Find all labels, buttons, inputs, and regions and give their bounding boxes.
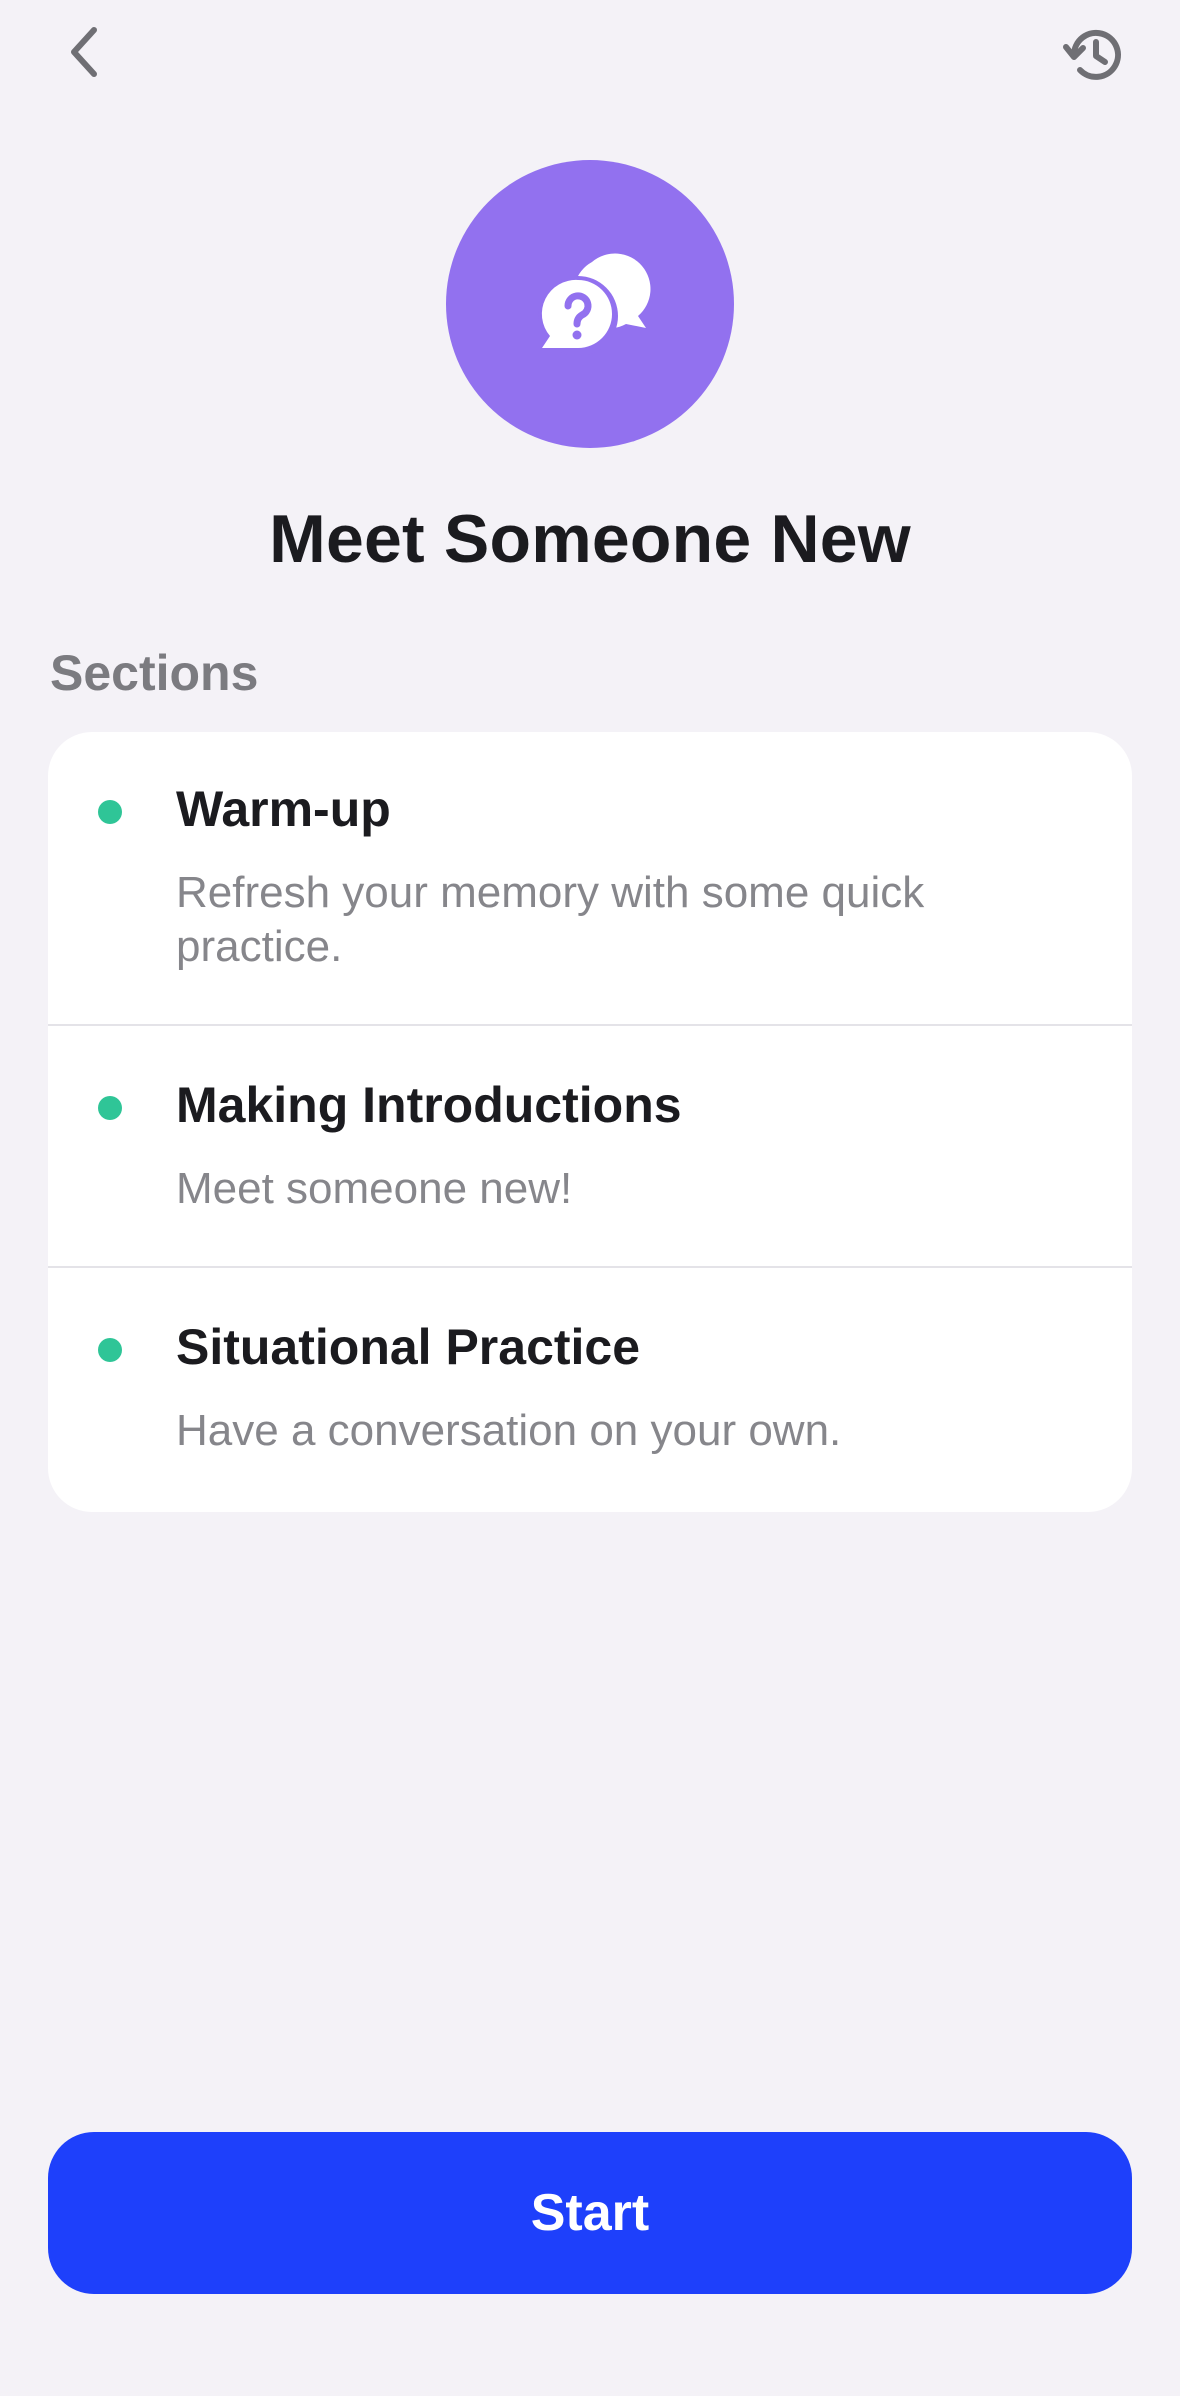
chat-question-bubbles-icon [520, 232, 660, 377]
lesson-overview-screen: Meet Someone New Sections Warm-up Refres… [0, 0, 1180, 2396]
history-button[interactable] [1050, 12, 1140, 102]
section-title: Warm-up [176, 781, 391, 837]
section-row-warm-up[interactable]: Warm-up Refresh your memory with some qu… [48, 732, 1132, 1026]
sections-card: Warm-up Refresh your memory with some qu… [48, 732, 1132, 1512]
sections-heading: Sections [50, 645, 259, 701]
section-description: Refresh your memory with some quick prac… [176, 868, 925, 971]
section-row-situational-practice[interactable]: Situational Practice Have a conversation… [48, 1268, 1132, 1512]
start-button[interactable]: Start [48, 2132, 1132, 2294]
section-title: Making Introductions [176, 1077, 682, 1133]
hero-icon-circle [446, 160, 734, 448]
section-description: Meet someone new! [176, 1164, 573, 1213]
chevron-left-icon [64, 24, 104, 85]
lesson-title: Meet Someone New [269, 501, 911, 577]
section-row-making-introductions[interactable]: Making Introductions Meet someone new! [48, 1026, 1132, 1268]
section-description: Have a conversation on your own. [176, 1406, 842, 1455]
back-button[interactable] [48, 18, 120, 90]
status-dot [98, 1338, 122, 1362]
status-dot [98, 800, 122, 824]
history-icon [1060, 20, 1130, 95]
status-dot [98, 1096, 122, 1120]
section-title: Situational Practice [176, 1319, 641, 1375]
